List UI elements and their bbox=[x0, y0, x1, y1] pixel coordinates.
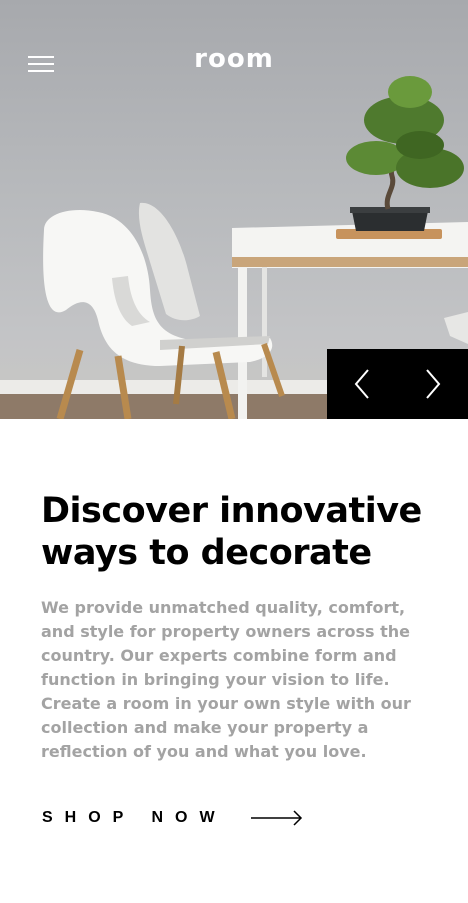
logo[interactable]: room bbox=[0, 44, 468, 74]
chevron-left-icon bbox=[354, 369, 370, 399]
slider-controls bbox=[327, 349, 468, 419]
hero-content: Discover innovative ways to decorate We … bbox=[41, 490, 436, 764]
hero-image: room bbox=[0, 0, 468, 419]
description-text: We provide unmatched quality, comfort, a… bbox=[41, 598, 411, 761]
shop-now-label: SHOP NOW bbox=[42, 809, 227, 826]
headline-line-1: Discover innovative bbox=[41, 491, 422, 531]
arrow-right-icon bbox=[250, 810, 302, 826]
page-title: Discover innovative ways to decorate bbox=[41, 490, 436, 574]
next-slide-button[interactable] bbox=[398, 349, 468, 419]
chevron-right-icon bbox=[425, 369, 441, 399]
shop-now-button[interactable]: SHOP NOW bbox=[42, 809, 303, 827]
headline-line-2: ways to decorate bbox=[41, 533, 372, 573]
previous-slide-button[interactable] bbox=[327, 349, 398, 419]
